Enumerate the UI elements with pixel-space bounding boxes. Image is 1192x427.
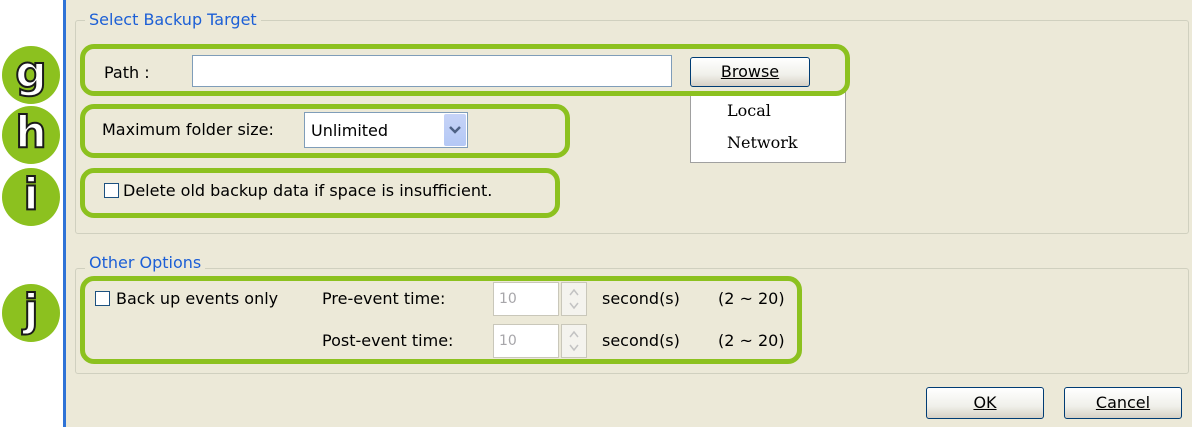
badge-g: g bbox=[2, 46, 60, 104]
highlight-path-row bbox=[80, 44, 850, 96]
highlight-max-size bbox=[80, 104, 570, 158]
cancel-button[interactable]: Cancel bbox=[1064, 387, 1182, 419]
highlight-delete-old bbox=[80, 168, 560, 218]
other-options-title: Other Options bbox=[85, 253, 206, 273]
cancel-label: Cancel bbox=[1095, 393, 1151, 412]
browse-menu: Local Network bbox=[690, 92, 846, 163]
menu-item-local[interactable]: Local bbox=[727, 101, 771, 120]
badge-j: j bbox=[2, 284, 60, 342]
panel-left-edge bbox=[63, 0, 66, 427]
ok-label: OK bbox=[973, 393, 997, 412]
badge-j-letter: j bbox=[22, 285, 39, 336]
menu-item-network[interactable]: Network bbox=[727, 133, 798, 152]
badge-i-letter: i bbox=[22, 169, 39, 220]
badge-h-letter: h bbox=[14, 107, 47, 158]
backup-target-title: Select Backup Target bbox=[85, 10, 261, 30]
highlight-event-options bbox=[80, 276, 802, 364]
badge-h: h bbox=[2, 106, 60, 164]
badge-i: i bbox=[2, 168, 60, 226]
ok-button[interactable]: OK bbox=[926, 387, 1044, 419]
badge-g-letter: g bbox=[14, 47, 47, 98]
